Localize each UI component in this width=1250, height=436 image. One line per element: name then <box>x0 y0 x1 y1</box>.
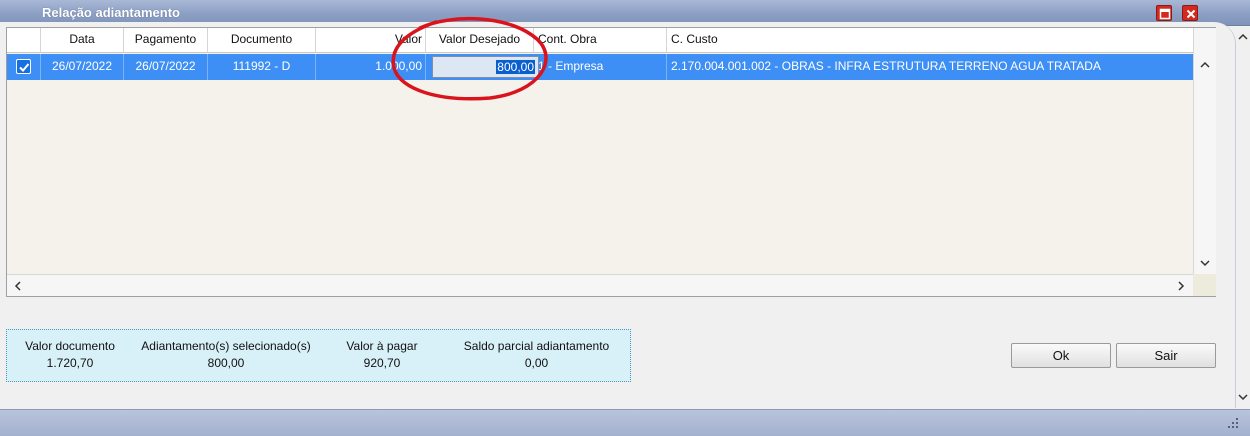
cell-data: 26/07/2022 <box>41 54 124 80</box>
summary-label: Valor à pagar <box>346 339 418 353</box>
cell-pagamento: 26/07/2022 <box>124 54 208 80</box>
grid-horizontal-scrollbar[interactable] <box>7 274 1193 296</box>
summary-saldo-parcial: Saldo parcial adiantamento 0,00 <box>449 338 624 372</box>
summary-label: Adiantamento(s) selecionado(s) <box>141 339 311 353</box>
chevron-up-icon[interactable] <box>1236 30 1250 44</box>
chevron-left-icon[interactable] <box>11 279 25 293</box>
column-header-check[interactable] <box>7 28 41 53</box>
grid-header: Data Pagamento Documento Valor Valor Des… <box>7 28 1193 53</box>
column-header-c-custo[interactable]: C. Custo <box>667 28 1193 53</box>
checkbox-checked-icon <box>19 63 30 72</box>
window-vertical-scrollbar[interactable] <box>1236 26 1250 410</box>
cell-documento: 111992 - D <box>208 54 316 80</box>
row-check-cell[interactable] <box>7 54 41 80</box>
status-bar <box>0 409 1250 436</box>
chevron-up-icon[interactable] <box>1198 58 1212 72</box>
dialog-window: Relação adiantamento Data Pagamento Docu… <box>0 0 1250 436</box>
adiantamento-grid[interactable]: Data Pagamento Documento Valor Valor Des… <box>6 27 1216 297</box>
summary-value: 0,00 <box>524 356 549 370</box>
summary-label: Valor documento <box>25 339 115 353</box>
chevron-down-icon[interactable] <box>1236 390 1250 404</box>
column-header-pagamento[interactable]: Pagamento <box>124 28 208 53</box>
column-header-documento[interactable]: Documento <box>208 28 316 53</box>
summary-valor-documento: Valor documento 1.720,70 <box>15 338 125 372</box>
summary-value: 1.720,70 <box>46 356 94 370</box>
summary-valor-a-pagar: Valor à pagar 920,70 <box>327 338 437 372</box>
summary-adiantamentos: Adiantamento(s) selecionado(s) 800,00 <box>131 338 321 372</box>
summary-value: 920,70 <box>363 356 401 370</box>
table-row[interactable]: 26/07/2022 26/07/2022 111992 - D 1.000,0… <box>7 54 1193 80</box>
summary-value: 800,00 <box>207 356 245 370</box>
maximize-button[interactable] <box>1156 5 1172 21</box>
column-header-data[interactable]: Data <box>41 28 124 53</box>
scrollbar-corner <box>1193 274 1216 296</box>
grid-vertical-scrollbar[interactable] <box>1193 28 1216 274</box>
close-button[interactable] <box>1182 5 1198 21</box>
close-icon <box>1186 9 1196 19</box>
cell-c-custo: 2.170.004.001.002 - OBRAS - INFRA ESTRUT… <box>671 59 1101 73</box>
summary-label: Saldo parcial adiantamento <box>463 339 610 353</box>
window-title: Relação adiantamento <box>42 5 180 20</box>
annotation-circle <box>391 16 548 101</box>
ok-button[interactable]: Ok <box>1011 343 1111 368</box>
sair-button[interactable]: Sair <box>1116 343 1216 368</box>
maximize-icon <box>1159 8 1171 20</box>
chevron-down-icon[interactable] <box>1198 256 1212 270</box>
summary-panel: Valor documento 1.720,70 Adiantamento(s)… <box>6 329 631 382</box>
row-checkbox[interactable] <box>16 59 31 74</box>
chevron-right-icon[interactable] <box>1174 279 1188 293</box>
resize-grip-icon[interactable] <box>1228 418 1240 430</box>
